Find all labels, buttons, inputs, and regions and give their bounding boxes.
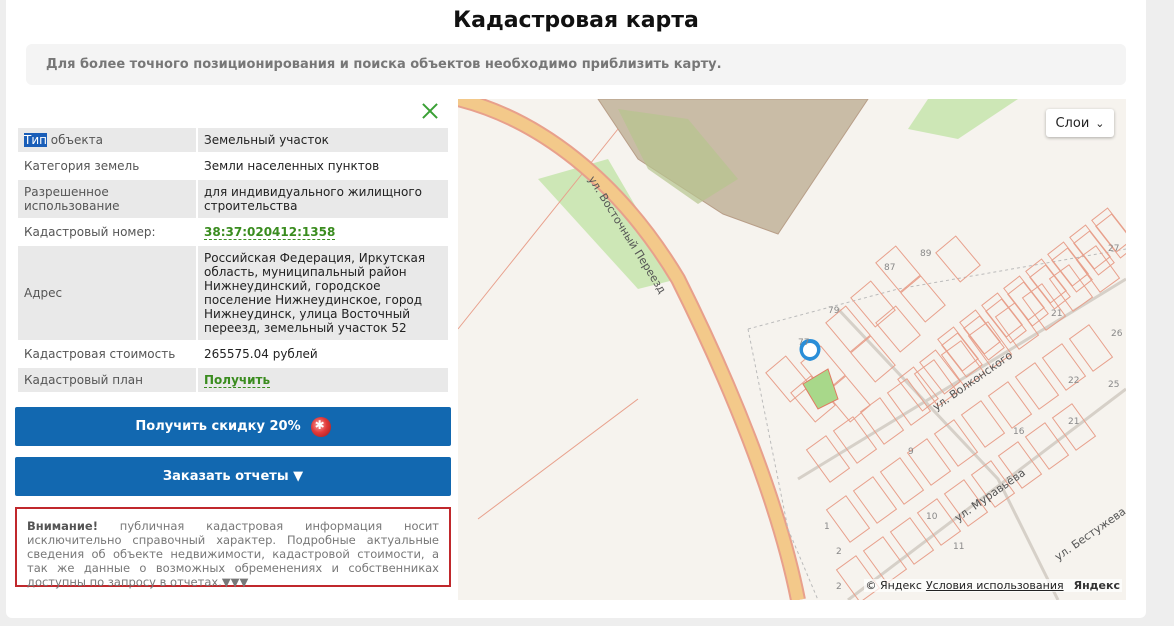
parcel (933, 419, 979, 467)
green-area (908, 99, 1018, 139)
parcel-number: 9 (908, 447, 914, 457)
order-reports-button[interactable]: Заказать отчеты ▼ (15, 457, 451, 496)
table-row: Кадастровая стоимость 265575.04 рублей (18, 342, 448, 366)
parcel (825, 495, 871, 543)
street-label: ул. Волконского (930, 349, 1015, 414)
row-key: Тип объекта (18, 128, 198, 152)
parcel-number: 77 (798, 338, 809, 348)
yandex-logo: Яндекс (1073, 579, 1120, 592)
row-value: Российская Федерация, Иркутская область,… (198, 246, 448, 340)
discount-button-label: Получить скидку 20% (135, 419, 301, 434)
terms-link[interactable]: Условия использования (926, 579, 1064, 592)
parcel (994, 302, 1040, 350)
parcel (875, 305, 921, 353)
table-row: Кадастровый план Получить (18, 368, 448, 392)
parcel (862, 536, 908, 584)
warning-box: Внимание! публичная кадастровая информац… (15, 507, 451, 589)
parcel (1068, 324, 1114, 372)
table-row: Адрес Российская Федерация, Иркутская об… (18, 246, 448, 340)
row-key: Категория земель (18, 154, 198, 178)
close-icon[interactable] (420, 101, 440, 121)
chevron-down-icon: ⌄ (1095, 116, 1105, 130)
parcel (852, 476, 898, 524)
parcel (1024, 422, 1070, 470)
row-value: для индивидуального жилищного строительс… (198, 180, 448, 218)
parcel-number: 22 (1068, 376, 1079, 386)
parcel-number: 16 (1013, 427, 1025, 437)
row-key: Кадастровый план (18, 368, 198, 392)
parcel-number: 79 (828, 306, 840, 316)
parcel-number: 10 (926, 512, 938, 522)
parcel (889, 517, 935, 565)
parcel-number: 25 (1108, 380, 1119, 390)
cadastral-map[interactable]: ул. Восточный Переезд ул. Волконского ул… (458, 99, 1126, 600)
parcel (765, 355, 811, 403)
row-value: Земли населенных пунктов (204, 159, 380, 173)
row-value: 38:37:020412:1358 (198, 220, 448, 244)
parcel (832, 416, 878, 464)
parcel (879, 457, 925, 505)
parcel-number: 2 (836, 547, 842, 557)
get-plan-link[interactable]: Получить (204, 373, 271, 388)
parcel (850, 335, 896, 383)
row-key-rest: объекта (46, 133, 103, 147)
table-row: Тип объекта Земельный участок (18, 128, 448, 152)
zoom-notice: Для более точного позиционирования и пои… (26, 44, 1126, 85)
row-key: Адрес (18, 246, 198, 340)
parcel (1014, 362, 1060, 410)
parcel (987, 381, 1033, 429)
row-key: Разрешенное использование (18, 180, 198, 218)
table-row: Кадастровый номер: 38:37:020412:1358 (18, 220, 448, 244)
discount-button[interactable]: Получить скидку 20% (15, 407, 451, 446)
copyright-text: © Яндекс (865, 579, 922, 592)
parcel (916, 498, 962, 546)
page-title: Кадастровая карта (453, 8, 699, 33)
layers-dropdown[interactable]: Слои ⌄ (1046, 109, 1114, 137)
parcel (900, 275, 946, 323)
row-value: Земельный участок (198, 128, 448, 152)
parcel-number: 87 (884, 263, 895, 273)
cadastral-number-link[interactable]: 38:37:020412:1358 (204, 225, 336, 240)
row-value: 265575.04 рублей (204, 347, 318, 361)
map-copyright: © Яндекс Условия использования Яндекс (863, 579, 1122, 592)
layers-label: Слои (1055, 115, 1090, 131)
parcel-info-table: Тип объекта Земельный участок Категория … (18, 126, 448, 394)
row-value: Получить (198, 368, 448, 392)
parcel (935, 235, 981, 283)
parcel-number: 21 (1068, 417, 1079, 427)
parcel (906, 438, 952, 486)
parcel (875, 245, 921, 293)
table-row: Категория земель Земли населенных пункто… (18, 154, 448, 178)
parcel-number: 1 (824, 522, 830, 532)
parcel-number: 89 (920, 249, 932, 259)
parcel-number: 27 (1108, 244, 1119, 254)
street-label: ул. Бестужева (1052, 505, 1126, 564)
parcel (960, 400, 1006, 448)
parcel-number: 2 (836, 582, 842, 592)
parcel-number: 11 (953, 542, 964, 552)
map-canvas[interactable]: ул. Восточный Переезд ул. Волконского ул… (458, 99, 1126, 600)
parcel-number: 21 (1051, 309, 1062, 319)
row-key: Кадастровая стоимость (18, 342, 198, 366)
selected-text: Тип (24, 133, 47, 147)
table-row: Разрешенное использование для индивидуал… (18, 180, 448, 218)
warning-lead: Внимание! (27, 519, 98, 533)
parcel-number: 26 (1111, 329, 1123, 339)
row-key: Кадастровый номер: (18, 220, 198, 244)
ornament-icon (310, 416, 331, 437)
